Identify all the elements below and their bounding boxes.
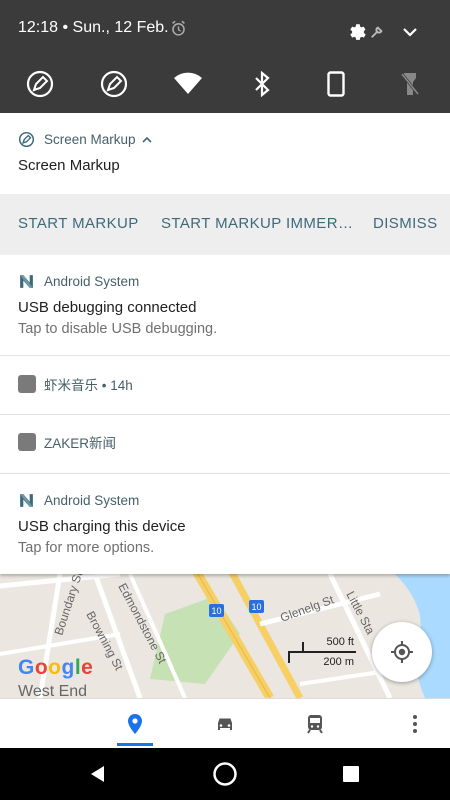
maps-bottom-nav — [0, 698, 450, 748]
route-marker-2: 10 — [251, 602, 261, 612]
my-location-button[interactable] — [372, 622, 432, 682]
notification-actions: START MARKUP START MARKUP IMMER… DISMISS — [0, 194, 450, 255]
home-icon[interactable] — [209, 758, 241, 790]
wifi-icon — [174, 72, 202, 94]
notification-header: Screen Markup — [18, 131, 152, 148]
scale-ft-label: 500 ft — [326, 636, 354, 648]
screen-markup-tile[interactable] — [24, 68, 56, 100]
app-name: Android System — [44, 493, 140, 508]
status-time-date: 12:18 • Sun., 12 Feb. — [18, 19, 169, 36]
android-n-icon — [18, 492, 35, 509]
app-name: Screen Markup — [44, 132, 136, 147]
expand-icon[interactable] — [400, 22, 420, 42]
flashlight-tile[interactable] — [394, 68, 426, 100]
alarm-icon — [168, 18, 188, 38]
bluetooth-icon — [255, 71, 270, 97]
crosshair-icon — [391, 641, 413, 663]
notification-header: 虾米音乐 • 14h — [18, 374, 133, 394]
notification-text: Tap for more options. — [18, 540, 155, 556]
wifi-tile[interactable] — [172, 68, 204, 100]
notification-title: USB charging this device — [18, 518, 186, 535]
back-icon[interactable] — [82, 758, 114, 790]
route-marker-1: 10 — [211, 606, 221, 616]
notification-title: USB debugging connected — [18, 299, 197, 316]
system-nav-bar — [0, 748, 450, 800]
bluetooth-tile[interactable] — [246, 68, 278, 100]
notification-xiami[interactable]: 虾米音乐 • 14h — [0, 356, 450, 415]
screen-markup-alt-tile[interactable] — [98, 68, 130, 100]
map-scale: 500 ft 200 m — [288, 636, 356, 670]
app-icon — [18, 433, 36, 451]
app-icon — [18, 375, 36, 393]
flashlight-off-icon — [401, 73, 419, 95]
start-markup-button[interactable]: START MARKUP — [18, 215, 139, 232]
dismiss-button[interactable]: DISMISS — [373, 215, 437, 232]
wrench-icon — [369, 24, 385, 40]
notification-title: Screen Markup — [18, 157, 120, 174]
android-n-icon — [18, 273, 35, 290]
notification-usb-charging[interactable]: Android System USB charging this device … — [0, 474, 450, 574]
scale-m-label: 200 m — [323, 656, 354, 668]
notification-zaker[interactable]: ZAKER新闻 — [0, 415, 450, 474]
pen-circle-icon — [26, 70, 54, 98]
chevron-up-icon[interactable] — [141, 135, 152, 145]
settings-icon[interactable] — [346, 20, 370, 44]
app-name: ZAKER新闻 — [44, 436, 117, 451]
phone-icon — [327, 71, 345, 97]
notification-header: Android System — [18, 492, 139, 509]
rotation-tile[interactable] — [320, 68, 352, 100]
app-name: Android System — [44, 274, 140, 289]
notification-text: Tap to disable USB debugging. — [18, 321, 218, 337]
app-name: 虾米音乐 • 14h — [44, 378, 133, 393]
google-logo: Google — [18, 656, 94, 679]
notification-screen-markup[interactable]: Screen Markup Screen Markup — [0, 113, 450, 194]
start-markup-immersive-button[interactable]: START MARKUP IMMER… — [161, 215, 353, 232]
more-icon[interactable] — [398, 707, 432, 741]
car-icon[interactable] — [208, 707, 242, 741]
notification-shade-header: 12:18 • Sun., 12 Feb. — [0, 0, 450, 113]
transit-icon[interactable] — [298, 707, 332, 741]
pen-circle-icon — [100, 70, 128, 98]
explore-icon[interactable] — [118, 707, 152, 741]
notification-usb-debugging[interactable]: Android System USB debugging connected T… — [0, 255, 450, 356]
recents-icon[interactable] — [335, 758, 367, 790]
pen-circle-icon — [18, 131, 35, 148]
notification-header: Android System — [18, 273, 139, 290]
notification-header: ZAKER新闻 — [18, 432, 116, 452]
active-tab-indicator — [117, 743, 153, 746]
